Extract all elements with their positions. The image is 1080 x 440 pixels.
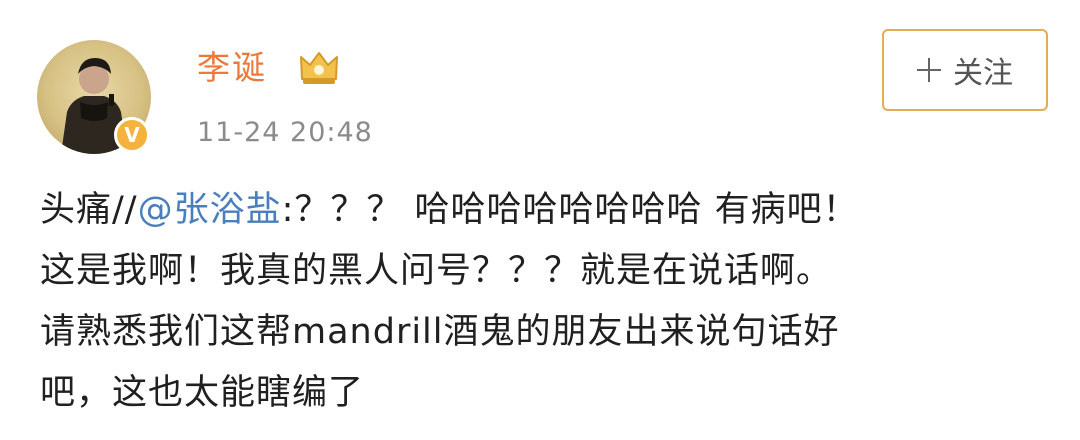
crown-icon[interactable] [299, 48, 339, 86]
post-timestamp: 11-24 20:48 [197, 117, 373, 148]
mention-link[interactable]: @张浴盐 [138, 190, 282, 230]
follow-button-label: 关注 [953, 56, 1013, 91]
post-text: 头痛//@张浴盐:？？？ 哈哈哈哈哈哈哈哈 有病吧！ 这是我啊！我真的黑人问号？… [40, 180, 1050, 424]
weibo-post: V 李诞 11-24 20:48 关注 头痛//@张浴盐:？？？ 哈哈哈哈哈哈哈… [0, 0, 1080, 440]
post-text-line-4: 吧，这也太能瞎编了 [40, 373, 365, 413]
repost-body: :？？？ 哈哈哈哈哈哈哈哈 有病吧！ [281, 190, 859, 230]
verified-mark: V [124, 123, 140, 147]
verified-v-icon: V [114, 117, 150, 153]
plus-icon [917, 58, 941, 82]
repost-prefix: 头痛// [40, 190, 138, 230]
follow-button[interactable]: 关注 [882, 29, 1048, 111]
post-text-line-1: 头痛//@张浴盐:？？？ 哈哈哈哈哈哈哈哈 有病吧！ [40, 180, 1050, 241]
author-name[interactable]: 李诞 [197, 48, 267, 88]
post-text-line-2: 这是我啊！我真的黑人问号？？？就是在说话啊。 [40, 251, 833, 291]
post-text-line-3: 请熟悉我们这帮mandrill酒鬼的朋友出来说句话好 [40, 312, 840, 352]
